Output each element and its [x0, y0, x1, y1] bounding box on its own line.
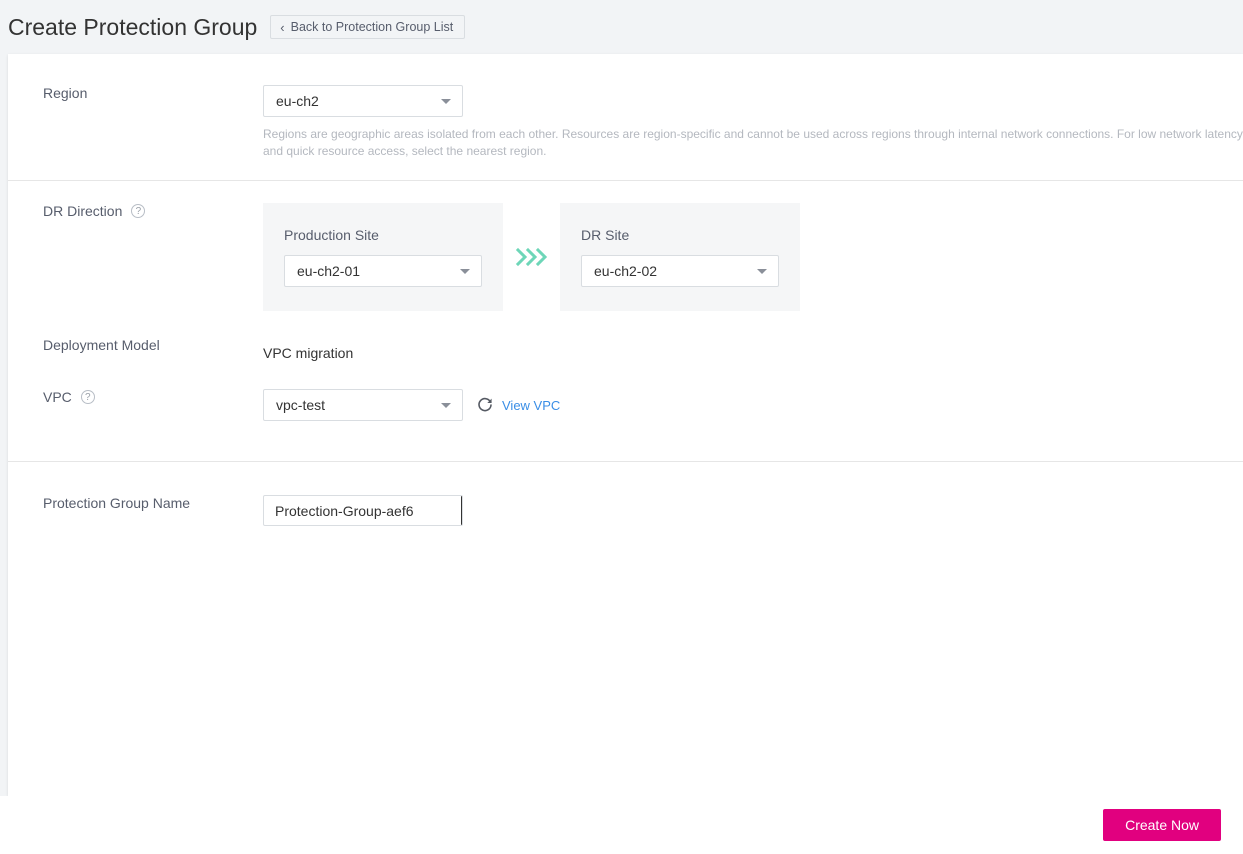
vpc-actions: View VPC [477, 389, 560, 421]
dr-direction-label-text: DR Direction [43, 203, 123, 219]
production-site-title: Production Site [284, 227, 379, 243]
chevron-down-icon [441, 403, 451, 408]
triple-chevron-right-icon [515, 246, 549, 268]
text-cursor [461, 496, 462, 525]
dr-site-title: DR Site [581, 227, 630, 243]
dr-site-value: eu-ch2-02 [594, 263, 658, 279]
row-vpc: VPC ? vpc-test View VPC [8, 389, 1243, 451]
section-protection-group-name: Protection Group Name Protection-Group-a… [8, 462, 1243, 526]
refresh-icon[interactable] [477, 397, 493, 413]
deployment-model-label: Deployment Model [43, 337, 160, 353]
vpc-select-value: vpc-test [276, 397, 326, 413]
vpc-label: VPC ? [8, 389, 228, 405]
row-deployment-model: Deployment Model VPC migration [8, 337, 1243, 369]
dr-direction-panels: Production Site eu-ch2-01 DR Site eu-ch2… [263, 203, 800, 311]
section-dr-direction: DR Direction ? Production Site eu-ch2-01 [8, 181, 1243, 461]
create-now-button[interactable]: Create Now [1103, 809, 1221, 841]
production-site-panel: Production Site eu-ch2-01 [263, 203, 503, 311]
page-title: Create Protection Group [8, 13, 258, 40]
row-protection-group-name: Protection Group Name Protection-Group-a… [8, 495, 1243, 526]
direction-arrow [503, 246, 560, 268]
help-icon[interactable]: ? [80, 390, 95, 404]
region-select[interactable]: eu-ch2 [263, 85, 463, 117]
back-button-label: Back to Protection Group List [290, 20, 454, 34]
vpc-label-text: VPC [43, 389, 72, 405]
protection-group-name-input[interactable]: Protection-Group-aef6 [263, 495, 463, 526]
region-select-value: eu-ch2 [276, 93, 319, 109]
dr-direction-label: DR Direction ? [8, 203, 228, 219]
page-header: Create Protection Group ‹ Back to Protec… [0, 0, 1243, 54]
create-protection-group-page: Create Protection Group ‹ Back to Protec… [0, 0, 1243, 854]
row-dr-direction: DR Direction ? Production Site eu-ch2-01 [8, 203, 1243, 311]
chevron-down-icon [757, 269, 767, 274]
region-label: Region [43, 85, 88, 101]
section-region: Region eu-ch2 Regions are geographic are… [8, 54, 1243, 180]
protection-group-name-value: Protection-Group-aef6 [275, 502, 414, 519]
deployment-model-value: VPC migration [263, 345, 354, 361]
region-hint-text: Regions are geographic areas isolated fr… [263, 127, 1243, 158]
production-site-value: eu-ch2-01 [297, 263, 361, 279]
protection-group-name-label: Protection Group Name [43, 495, 191, 511]
production-site-select[interactable]: eu-ch2-01 [284, 255, 482, 287]
region-field-group: eu-ch2 Regions are geographic areas isol… [228, 85, 1243, 160]
row-region: Region eu-ch2 Regions are geographic are… [8, 85, 1243, 160]
page-footer: Create Now [0, 796, 1243, 854]
vpc-select[interactable]: vpc-test [263, 389, 463, 421]
chevron-down-icon [441, 99, 451, 104]
chevron-left-icon: ‹ [280, 19, 285, 35]
view-vpc-link[interactable]: View VPC [502, 398, 560, 413]
chevron-down-icon [460, 269, 470, 274]
dr-site-panel: DR Site eu-ch2-02 [560, 203, 800, 311]
back-to-protection-group-list-button[interactable]: ‹ Back to Protection Group List [270, 15, 466, 39]
form-card: Region eu-ch2 Regions are geographic are… [8, 54, 1243, 796]
help-icon[interactable]: ? [131, 204, 146, 218]
dr-site-select[interactable]: eu-ch2-02 [581, 255, 779, 287]
